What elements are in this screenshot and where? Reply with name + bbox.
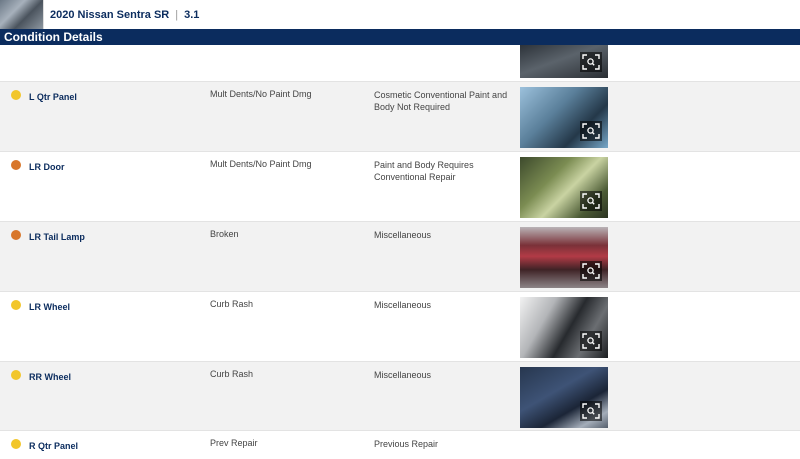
part-name[interactable]: LR Tail Lamp	[29, 232, 85, 242]
table-row: L Qtr Panel Mult Dents/No Paint Dmg Cosm…	[0, 82, 800, 152]
expand-icon[interactable]	[580, 121, 602, 141]
vehicle-title: 2020 Nissan Sentra SR	[50, 8, 170, 21]
damage-description: Curb Rash	[210, 369, 254, 379]
damage-photo[interactable]	[520, 157, 608, 218]
part-name[interactable]: LR Door	[29, 162, 65, 172]
table-row: LR Wheel Curb Rash Miscellaneous	[0, 292, 800, 362]
damage-photo[interactable]	[520, 45, 608, 78]
vehicle-header: 2020 Nissan Sentra SR | 3.1	[0, 0, 800, 29]
header-separator: |	[175, 8, 179, 21]
damage-photo[interactable]	[520, 367, 608, 428]
damage-description: Mult Dents/No Paint Dmg	[210, 159, 312, 169]
table-row: LR Door Mult Dents/No Paint Dmg Paint an…	[0, 152, 800, 222]
condition-table: L Qtr Panel Mult Dents/No Paint Dmg Cosm…	[0, 45, 800, 459]
damage-description: Broken	[210, 229, 239, 239]
vehicle-thumbnail[interactable]	[0, 0, 44, 29]
damage-photo[interactable]	[520, 297, 608, 358]
damage-photo[interactable]	[520, 227, 608, 288]
table-row	[0, 45, 800, 82]
part-name[interactable]: L Qtr Panel	[29, 92, 77, 102]
repair-action: Miscellaneous	[374, 230, 432, 240]
severity-indicator	[11, 300, 21, 310]
severity-indicator	[11, 90, 21, 100]
severity-indicator	[11, 160, 21, 170]
condition-grade: 3.1	[184, 8, 200, 21]
expand-icon[interactable]	[580, 191, 602, 211]
repair-action: Cosmetic Conventional Paint and Body Not…	[374, 90, 508, 112]
section-title: Condition Details	[0, 29, 800, 45]
repair-action: Previous Repair	[374, 439, 439, 449]
expand-icon[interactable]	[580, 331, 602, 351]
table-row: RR Wheel Curb Rash Miscellaneous	[0, 362, 800, 431]
severity-indicator	[11, 439, 21, 449]
table-row: R Qtr Panel Prev Repair Previous Repair	[0, 431, 800, 459]
damage-photo[interactable]	[520, 87, 608, 148]
expand-icon[interactable]	[580, 401, 602, 421]
damage-description: Prev Repair	[210, 438, 258, 448]
repair-action: Paint and Body Requires Conventional Rep…	[374, 160, 474, 182]
part-name[interactable]: RR Wheel	[29, 372, 71, 382]
severity-indicator	[11, 230, 21, 240]
damage-description: Mult Dents/No Paint Dmg	[210, 89, 312, 99]
severity-indicator	[11, 370, 21, 380]
expand-icon[interactable]	[580, 261, 602, 281]
table-row: LR Tail Lamp Broken Miscellaneous	[0, 222, 800, 292]
damage-description: Curb Rash	[210, 299, 254, 309]
part-name[interactable]: R Qtr Panel	[29, 441, 78, 451]
repair-action: Miscellaneous	[374, 370, 432, 380]
repair-action: Miscellaneous	[374, 300, 432, 310]
expand-icon[interactable]	[580, 52, 602, 72]
part-name[interactable]: LR Wheel	[29, 302, 70, 312]
